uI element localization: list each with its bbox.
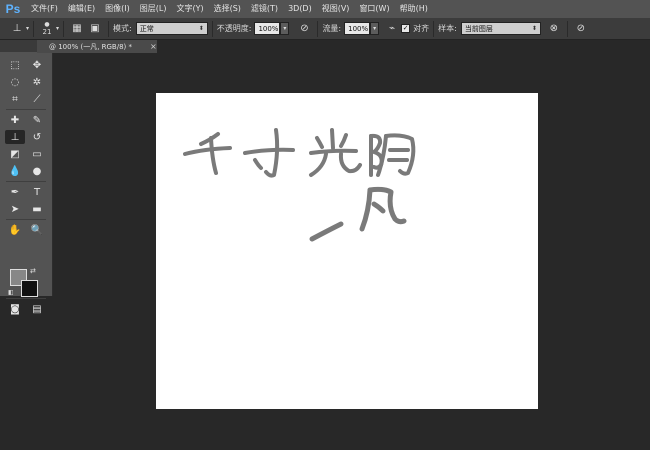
zoom-tool-icon[interactable]: 🔍 [27, 223, 47, 237]
menu-filter[interactable]: 滤镜(T) [246, 0, 283, 18]
menu-layer[interactable]: 图层(L) [135, 0, 172, 18]
crop-tool-icon[interactable]: ⌗ [5, 92, 25, 106]
brush-size-value: 21 [42, 27, 52, 36]
opacity-dropdown-icon[interactable]: ▾ [280, 22, 290, 35]
handwritten-char-1 [183, 132, 232, 175]
handwritten-signature [309, 186, 407, 242]
rectangle-tool-icon[interactable]: ▬ [27, 202, 47, 216]
swap-colors-icon[interactable]: ⇄ [30, 267, 36, 275]
type-tool-icon[interactable]: T [27, 185, 47, 199]
menu-3d[interactable]: 3D(D) [283, 0, 317, 18]
chevron-down-icon: ⬍ [531, 25, 537, 32]
mode-label: 模式: [113, 24, 132, 33]
aligned-label: 对齐 [413, 24, 430, 33]
menu-help[interactable]: 帮助(H) [395, 0, 433, 18]
spot-healing-tool-icon[interactable]: ✚ [5, 113, 25, 127]
history-brush-tool-icon[interactable]: ↺ [27, 130, 47, 144]
menu-image[interactable]: 图像(I) [100, 0, 135, 18]
opacity-label: 不透明度: [216, 24, 252, 33]
path-selection-tool-icon[interactable]: ➤ [5, 202, 25, 216]
menu-type[interactable]: 文字(Y) [171, 0, 208, 18]
document-tab[interactable]: @ 100% (一凡, RGB/8) * [37, 40, 157, 53]
opacity-input[interactable]: 100% [254, 22, 281, 35]
menu-view[interactable]: 视图(V) [317, 0, 355, 18]
toolbox-divider [6, 109, 46, 110]
menu-file[interactable]: 文件(F) [26, 0, 63, 18]
gradient-tool-icon[interactable]: ▭ [27, 147, 47, 161]
clone-stamp-tool-preset-icon[interactable]: ⊥ [8, 21, 26, 37]
aligned-checkbox[interactable]: ✓ [401, 24, 411, 33]
handwritten-char-2 [243, 128, 295, 178]
toolbox: ◂◂ ⬚ ✥ ◌ ✲ ⌗ ⟋ ✚ ✎ ⊥ ↺ ◩ ▭ 💧 ● ✒ T ➤ ▬ ✋… [0, 40, 53, 315]
blur-tool-icon[interactable]: 💧 [5, 164, 25, 178]
pen-tool-icon[interactable]: ✒ [5, 185, 25, 199]
sample-select[interactable]: 当前图层 ⬍ [460, 22, 541, 35]
brush-dropdown-arrow-icon[interactable]: ▾ [56, 25, 59, 32]
pressure-opacity-icon[interactable]: ⊘ [295, 21, 313, 37]
flow-dropdown-icon[interactable]: ▾ [370, 22, 380, 35]
photoshop-logo: Ps [5, 2, 21, 16]
sample-value: 当前图层 [464, 24, 493, 33]
move-tool-icon[interactable]: ✥ [27, 58, 47, 72]
quick-mask-icon[interactable]: ◙ [5, 302, 25, 316]
ignore-adjustment-layers-icon[interactable]: ⊗ [545, 21, 563, 37]
eraser-tool-icon[interactable]: ◩ [5, 147, 25, 161]
menu-edit[interactable]: 编辑(E) [63, 0, 100, 18]
document-tab-title: @ 100% (一凡, RGB/8) * [49, 42, 133, 51]
sample-label: 样本: [438, 24, 457, 33]
handwritten-char-4 [369, 133, 416, 177]
chevron-down-icon: ⬍ [198, 25, 204, 32]
options-bar: ⊥ ▾ ● 21 ▾ ▦ ▣ 模式: 正常 ⬍ 不透明度: 100% ▾ ⊘ 流… [0, 18, 650, 40]
airbrush-icon[interactable]: ⌁ [383, 21, 401, 37]
canvas-drawing [183, 128, 416, 242]
flow-label: 流量: [322, 24, 342, 33]
mode-value: 正常 [139, 24, 154, 33]
brush-tool-icon[interactable]: ✎ [27, 113, 47, 127]
flow-input[interactable]: 100% [344, 22, 371, 35]
background-color-swatch[interactable] [21, 280, 38, 297]
eyedropper-tool-icon[interactable]: ⟋ [27, 92, 47, 106]
toolbox-divider [6, 219, 46, 220]
brush-panel-toggle-icon[interactable]: ▦ [68, 21, 86, 37]
clone-source-panel-icon[interactable]: ▣ [86, 21, 104, 37]
menu-window[interactable]: 窗口(W) [354, 0, 394, 18]
default-colors-icon[interactable]: ◧ [8, 289, 14, 296]
clone-stamp-tool-icon[interactable]: ⊥ [5, 130, 25, 144]
dodge-tool-icon[interactable]: ● [27, 164, 47, 178]
magic-wand-tool-icon[interactable]: ✲ [27, 75, 47, 89]
toolbox-divider [6, 181, 46, 182]
menu-bar: Ps 文件(F) 编辑(E) 图像(I) 图层(L) 文字(Y) 选择(S) 滤… [0, 0, 650, 18]
hand-tool-icon[interactable]: ✋ [5, 223, 25, 237]
menu-select[interactable]: 选择(S) [209, 0, 246, 18]
pressure-size-icon[interactable]: ⊘ [572, 21, 590, 37]
screen-mode-icon[interactable]: ▤ [27, 302, 47, 316]
lasso-tool-icon[interactable]: ◌ [5, 75, 25, 89]
rectangular-marquee-tool-icon[interactable]: ⬚ [5, 58, 25, 72]
handwritten-char-3 [309, 128, 362, 177]
preset-dropdown-arrow-icon[interactable]: ▾ [26, 25, 29, 32]
brush-size-picker[interactable]: ● 21 [38, 18, 56, 40]
document-canvas[interactable] [156, 93, 538, 409]
toolbox-divider [6, 298, 46, 299]
close-tab-icon[interactable]: × [150, 40, 157, 53]
mode-select[interactable]: 正常 ⬍ [135, 22, 208, 35]
